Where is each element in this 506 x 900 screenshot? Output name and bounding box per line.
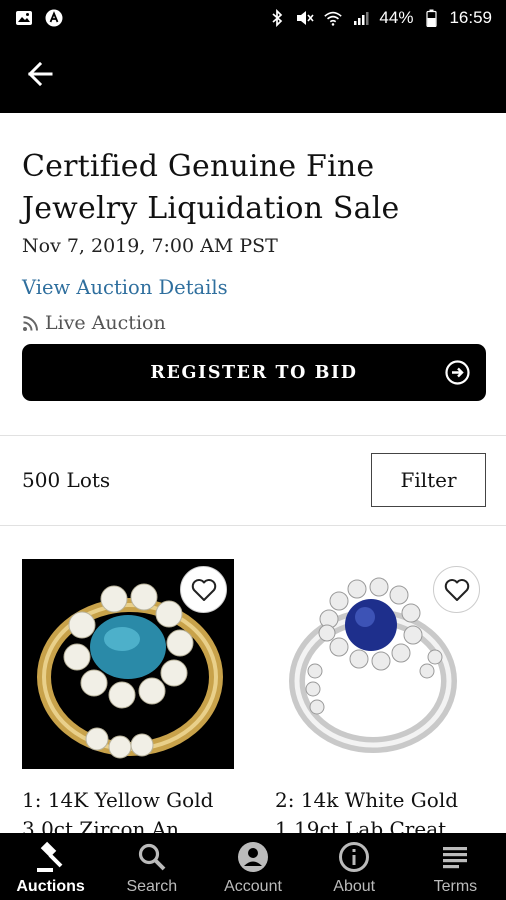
bluetooth-icon [267, 9, 287, 27]
account-icon [236, 840, 270, 874]
gavel-icon [34, 840, 68, 874]
view-auction-details-link[interactable]: View Auction Details [22, 276, 228, 299]
arrow-left-icon [27, 62, 53, 86]
status-left-icons [14, 9, 64, 27]
lot-title[interactable]: 1: 14K Yellow Gold 3.0ct Zircon An [22, 786, 257, 833]
image-icon [14, 9, 34, 27]
info-icon [337, 840, 371, 874]
lot-image[interactable] [275, 559, 487, 769]
filter-button[interactable]: Filter [371, 453, 486, 507]
rss-icon [23, 315, 38, 331]
favorite-button[interactable] [180, 566, 227, 613]
register-to-bid-label: REGISTER TO BID [150, 362, 358, 383]
nav-label: About [333, 878, 376, 895]
nav-about[interactable]: About [304, 833, 405, 900]
status-right-icons: 44% 16:59 [267, 8, 492, 28]
battery-percent: 44% [379, 8, 414, 27]
wifi-icon [323, 9, 343, 27]
favorite-button[interactable] [433, 566, 480, 613]
clock: 16:59 [449, 8, 492, 27]
divider [0, 435, 506, 436]
lot-card[interactable]: 2: 14k White Gold 1.19ct Lab Creat [275, 559, 487, 833]
nav-label: Auctions [16, 878, 85, 895]
nav-auctions[interactable]: Auctions [0, 833, 101, 900]
document-icon [438, 840, 472, 874]
lots-count: 500 Lots [22, 468, 111, 492]
auction-date: Nov 7, 2019, 7:00 AM PST [22, 235, 278, 257]
page-title: Certified Genuine Fine Jewelry Liquidati… [22, 149, 400, 226]
arrow-circle-right-icon [445, 360, 470, 385]
register-to-bid-button[interactable]: REGISTER TO BID [22, 344, 486, 401]
nav-label: Terms [433, 878, 478, 895]
back-button[interactable] [20, 56, 60, 92]
nav-label: Search [126, 878, 178, 895]
status-bar: 44% 16:59 [0, 0, 506, 36]
bottom-nav: Auctions Search Account About Terms [0, 833, 506, 900]
heart-icon [444, 578, 469, 601]
heart-icon [191, 578, 216, 601]
nav-account[interactable]: Account [202, 833, 303, 900]
app-bar [0, 36, 506, 113]
lot-title[interactable]: 2: 14k White Gold 1.19ct Lab Creat [275, 786, 506, 833]
live-auction-label: Live Auction [45, 312, 166, 334]
mute-icon [295, 9, 315, 27]
signal-icon [351, 9, 371, 27]
nav-terms[interactable]: Terms [405, 833, 506, 900]
lot-card[interactable]: 1: 14K Yellow Gold 3.0ct Zircon An [22, 559, 234, 833]
lot-image[interactable] [22, 559, 234, 769]
nav-search[interactable]: Search [101, 833, 202, 900]
divider [0, 525, 506, 526]
auction-content[interactable]: Certified Genuine Fine Jewelry Liquidati… [0, 113, 506, 833]
notification-a-icon [44, 9, 64, 27]
search-icon [135, 840, 169, 874]
battery-icon [421, 9, 441, 27]
live-auction-indicator: Live Auction [22, 312, 166, 334]
nav-label: Account [224, 878, 282, 895]
